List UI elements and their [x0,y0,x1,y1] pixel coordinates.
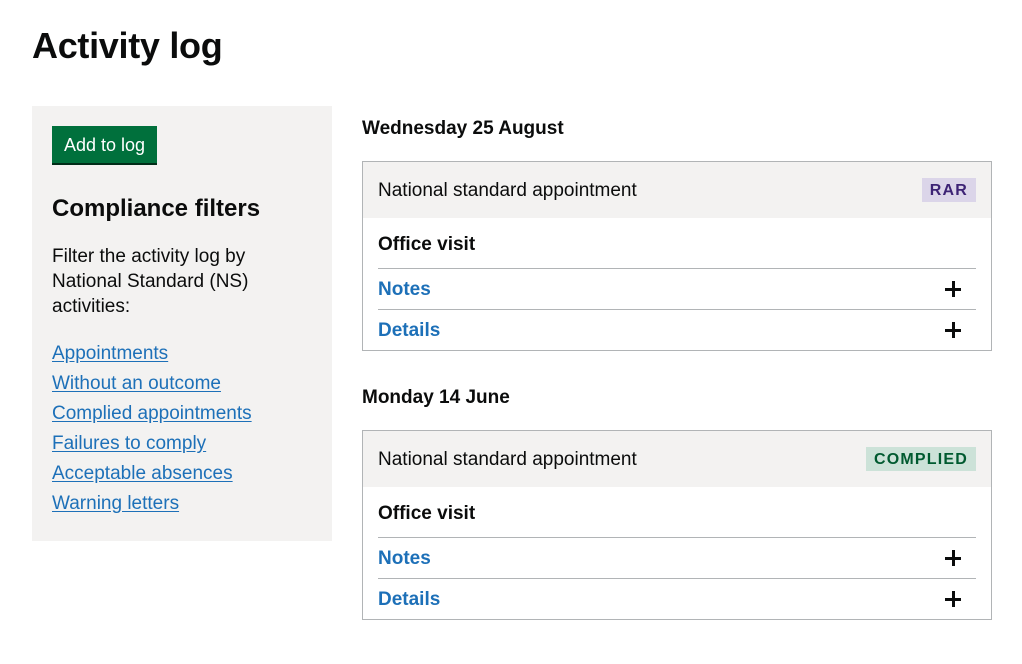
notes-expander[interactable]: Notes [378,268,976,309]
compliance-filters-heading: Compliance filters [52,195,261,222]
plus-icon[interactable] [945,591,961,607]
activity-card-header: National standard appointment COMPLIED [363,431,991,487]
activity-card: National standard appointment RAR Office… [362,161,992,351]
filter-item: Failures to comply [52,429,312,459]
plus-icon[interactable] [945,322,961,338]
filter-item: Acceptable absences [52,459,312,489]
activity-log-main: Wednesday 25 August National standard ap… [362,116,992,620]
day-heading: Monday 14 June [362,387,510,408]
day-group: Monday 14 June National standard appoint… [362,385,992,620]
details-label[interactable]: Details [378,318,440,343]
activity-title: National standard appointment [378,448,637,470]
sidebar: Add to log Compliance filters Filter the… [32,106,332,541]
filter-link-complied-appointments[interactable]: Complied appointments [52,403,252,424]
filter-item: Complied appointments [52,399,312,429]
complied-tag: COMPLIED [865,447,976,471]
filter-item: Without an outcome [52,369,312,399]
details-label[interactable]: Details [378,587,440,612]
details-expander[interactable]: Details [378,578,976,619]
details-expander[interactable]: Details [378,309,976,350]
filter-link-appointments[interactable]: Appointments [52,343,168,364]
rar-tag: RAR [921,178,976,202]
visit-type: Office visit [378,234,476,255]
plus-icon[interactable] [945,550,961,566]
filter-link-without-outcome[interactable]: Without an outcome [52,373,221,394]
notes-expander[interactable]: Notes [378,537,976,578]
visit-type: Office visit [378,503,476,524]
activity-card: National standard appointment COMPLIED O… [362,430,992,620]
filters-description: Filter the activity log by National Stan… [52,246,249,317]
filter-link-acceptable-absences[interactable]: Acceptable absences [52,463,233,484]
filter-item: Appointments [52,339,312,369]
filter-list: Appointments Without an outcome Complied… [52,339,312,519]
filter-link-failures-to-comply[interactable]: Failures to comply [52,433,206,454]
activity-card-header: National standard appointment RAR [363,162,991,218]
activity-title: National standard appointment [378,179,637,201]
plus-icon[interactable] [945,281,961,297]
activity-card-body: Office visit Notes Details [363,218,991,350]
activity-card-body: Office visit Notes Details [363,487,991,619]
day-heading: Wednesday 25 August [362,118,564,139]
filter-link-warning-letters[interactable]: Warning letters [52,493,179,514]
add-to-log-button[interactable]: Add to log [52,126,158,163]
notes-label[interactable]: Notes [378,277,431,302]
filter-item: Warning letters [52,489,312,519]
page-title: Activity log [32,25,223,66]
notes-label[interactable]: Notes [378,546,431,571]
day-group: Wednesday 25 August National standard ap… [362,116,992,351]
